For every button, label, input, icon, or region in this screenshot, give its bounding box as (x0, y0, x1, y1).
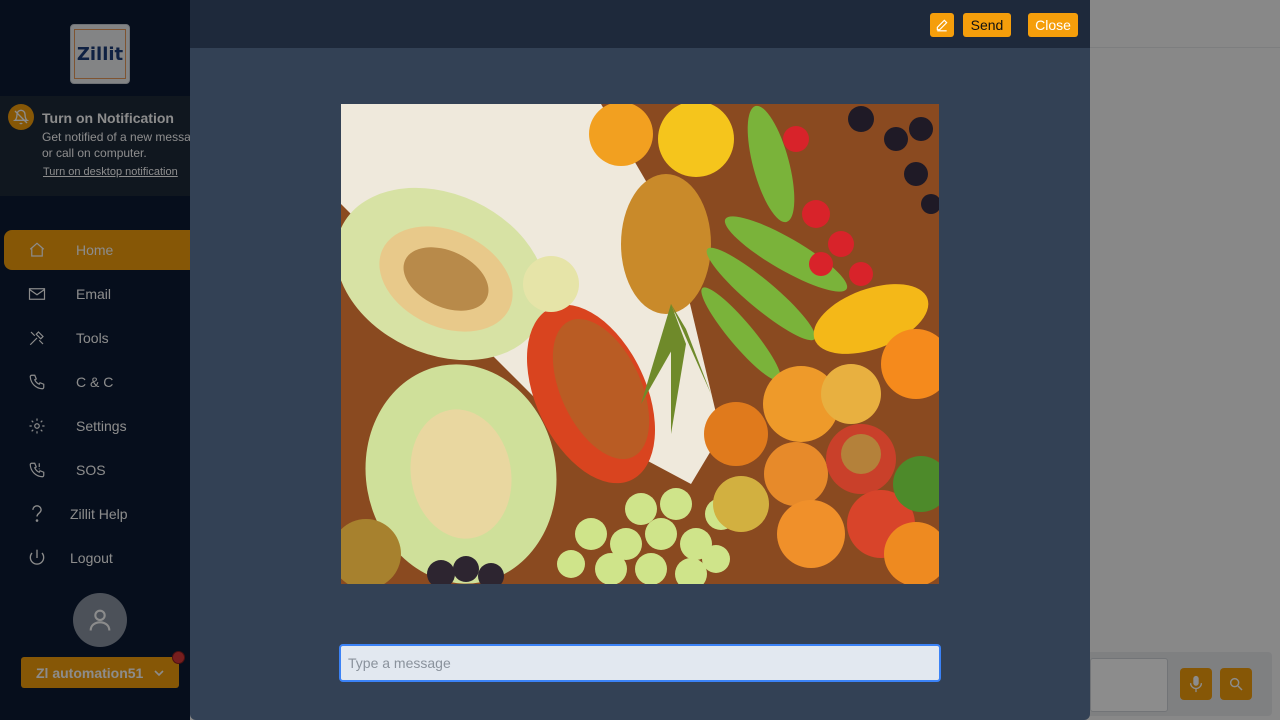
close-button[interactable]: Close (1028, 13, 1078, 37)
preview-image (341, 104, 939, 584)
message-input[interactable] (339, 644, 941, 682)
fruit-image (341, 104, 939, 584)
edit-button[interactable] (930, 13, 954, 37)
pencil-icon (936, 19, 948, 32)
image-preview-modal: Send Close (190, 0, 1090, 720)
modal-header: Send Close (190, 0, 1090, 48)
send-button[interactable]: Send (963, 13, 1011, 37)
